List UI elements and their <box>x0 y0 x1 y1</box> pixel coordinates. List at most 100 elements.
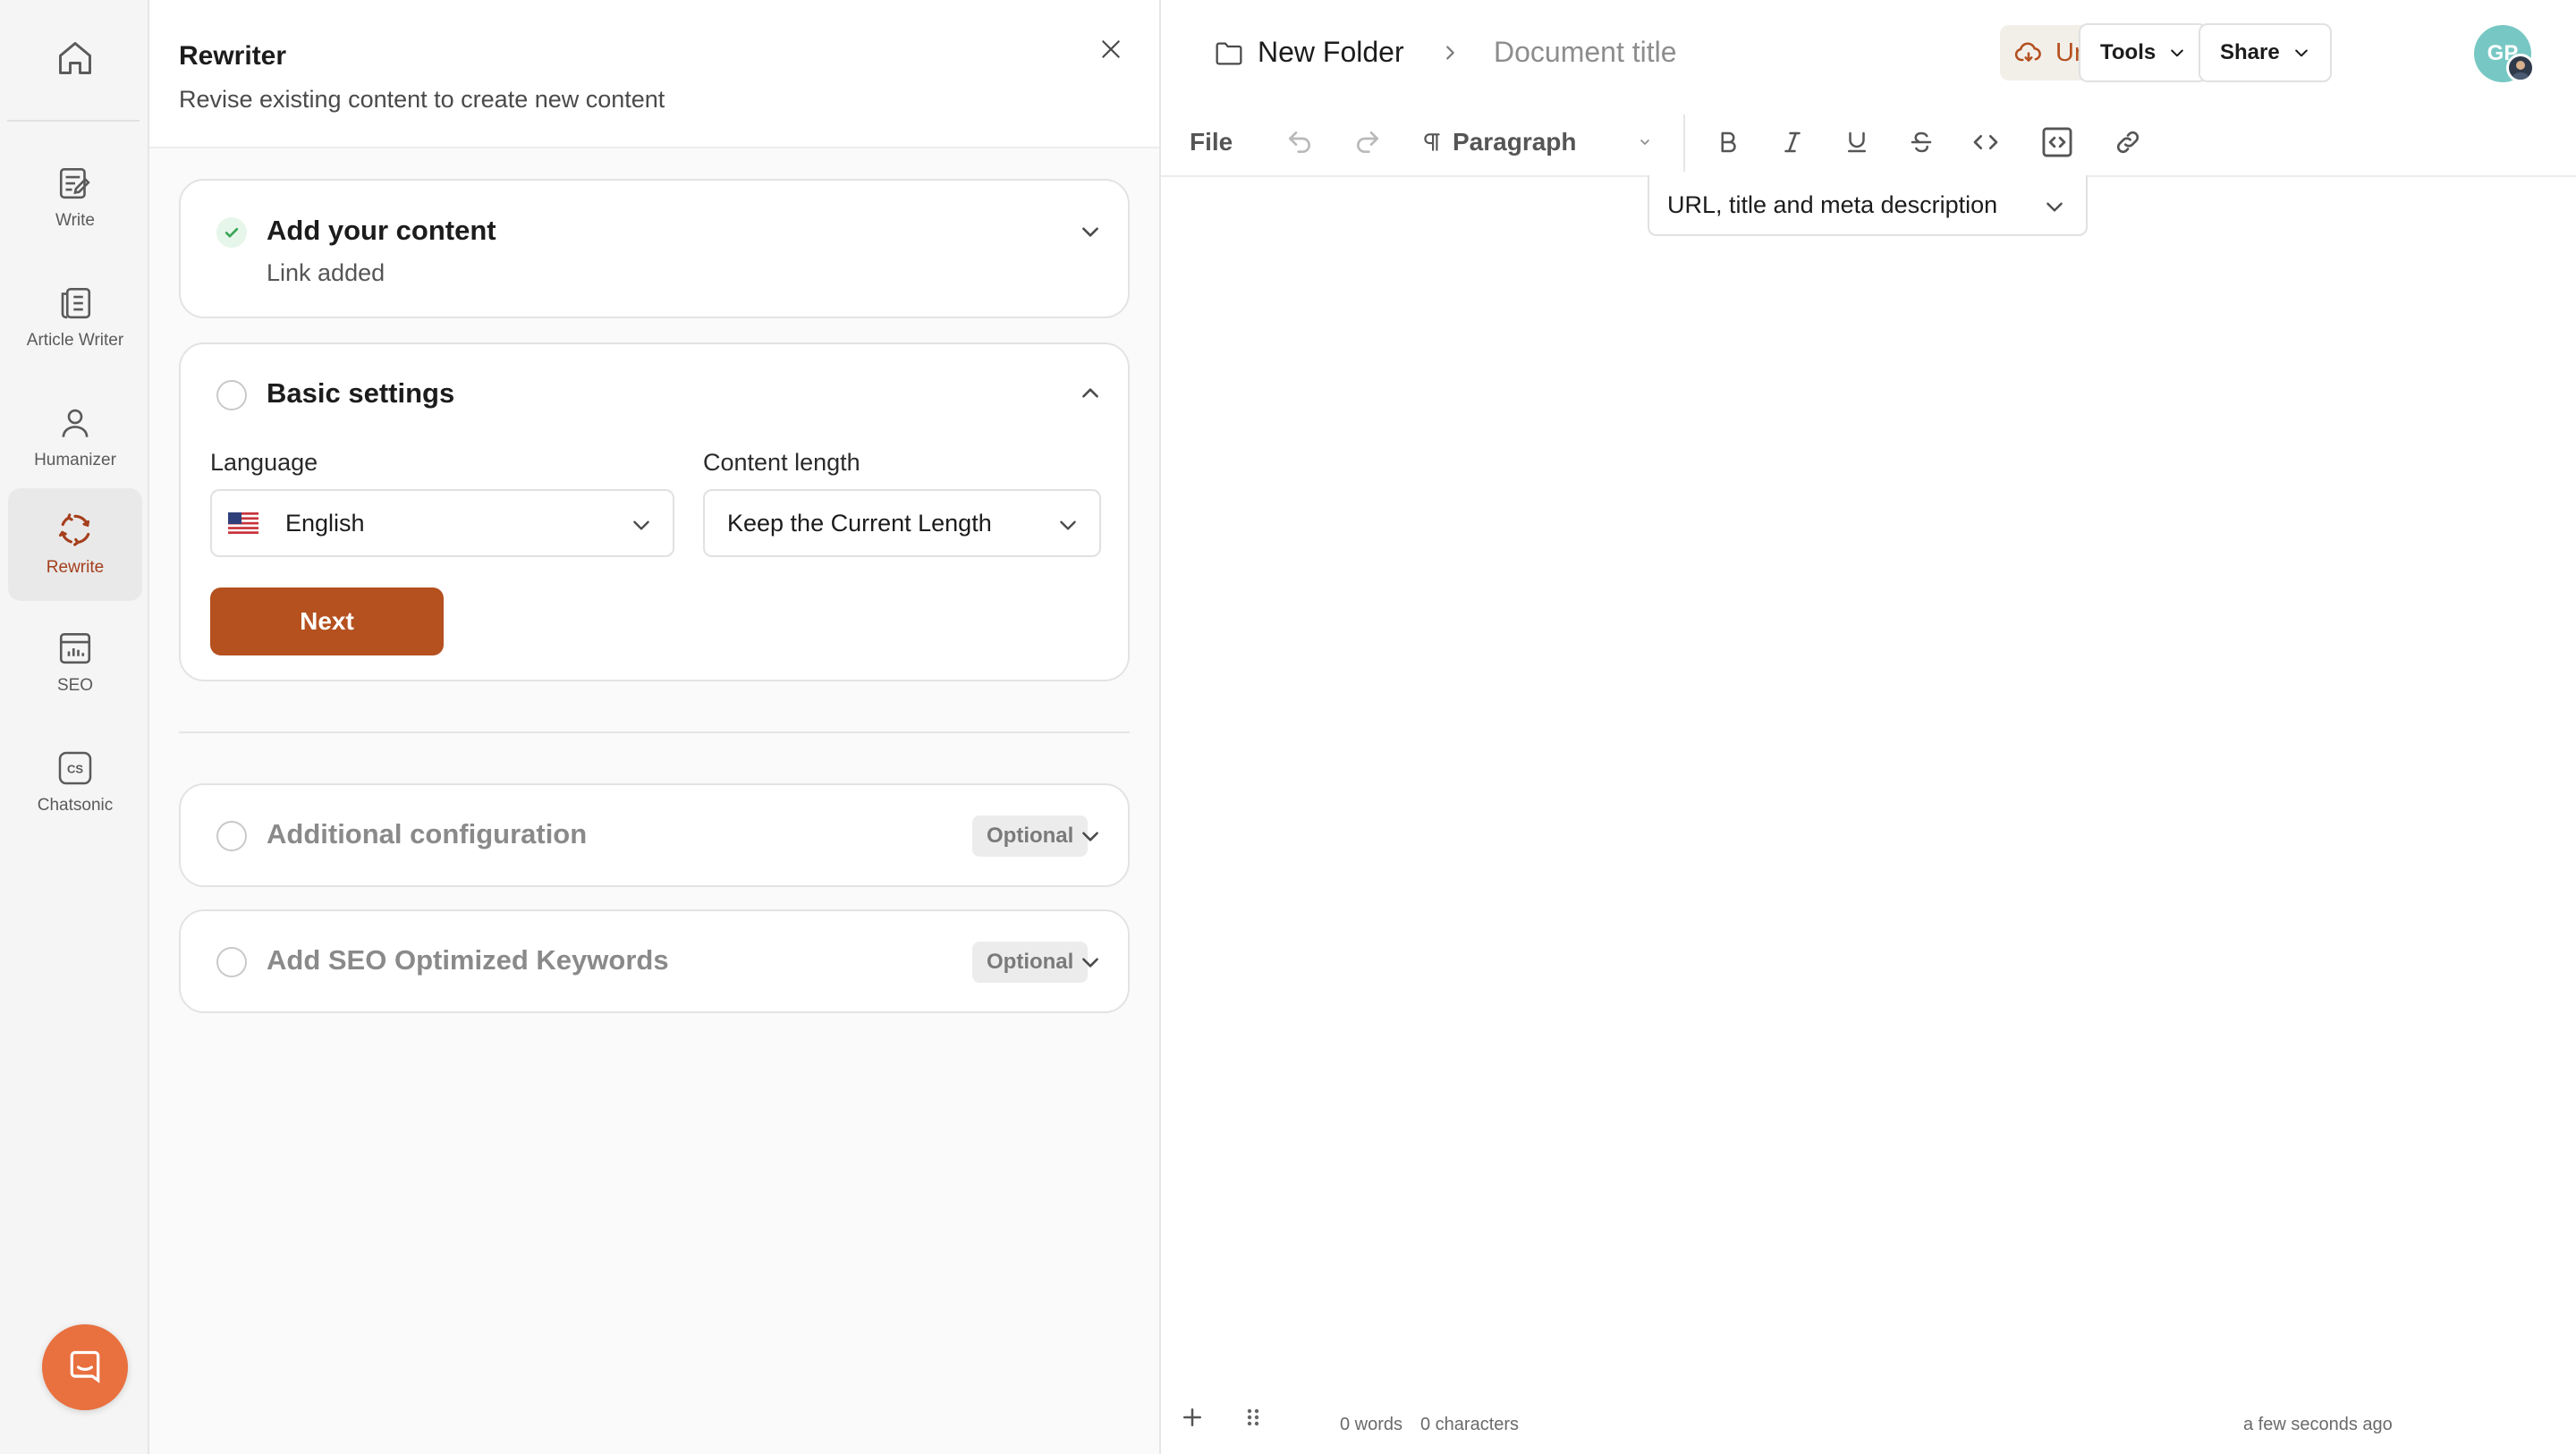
undo-button[interactable] <box>1281 123 1318 161</box>
step-title: Add SEO Optimized Keywords <box>267 944 669 976</box>
file-label: File <box>1190 128 1233 156</box>
step-incomplete-indicator <box>216 380 247 410</box>
next-button[interactable]: Next <box>210 588 444 655</box>
us-flag-icon <box>228 512 258 534</box>
redo-button[interactable] <box>1349 123 1386 161</box>
pilcrow-icon <box>1424 133 1440 151</box>
code-icon <box>1973 135 1998 149</box>
rail-item-humanizer[interactable]: Humanizer <box>8 383 142 495</box>
home-button[interactable] <box>0 27 149 89</box>
add-block-button[interactable] <box>1179 1404 1206 1431</box>
close-panel-button[interactable] <box>1096 34 1126 64</box>
rail-item-chatsonic[interactable]: CS Chatsonic <box>8 728 142 841</box>
collapse-step-button[interactable] <box>1077 380 1104 407</box>
expand-step-button[interactable] <box>1077 218 1104 245</box>
content-length-label: Content length <box>703 449 860 476</box>
chevron-down-icon <box>1082 832 1098 841</box>
step-add-content[interactable]: Add your content Link added <box>179 179 1130 318</box>
document-editor: New Folder Document title Unsaved Tools … <box>1161 0 2576 1454</box>
paragraph-style-select[interactable]: Paragraph <box>1420 123 1652 161</box>
rail-item-rewrite[interactable]: Rewrite <box>8 488 142 601</box>
panel-subtitle: Revise existing content to create new co… <box>179 86 665 113</box>
optional-badge: Optional <box>972 816 1089 857</box>
rewriter-panel: Rewriter Revise existing content to crea… <box>149 0 1161 1454</box>
share-label: Share <box>2220 40 2280 64</box>
step-title: Basic settings <box>267 377 455 409</box>
drag-handle[interactable] <box>1243 1404 1263 1431</box>
panel-divider <box>179 731 1130 733</box>
rail-item-seo[interactable]: SEO <box>8 608 142 721</box>
step-status: Link added <box>267 259 386 286</box>
breadcrumb-folder[interactable]: New Folder <box>1258 36 1404 69</box>
italic-button[interactable] <box>1773 123 1812 161</box>
code-block-icon <box>2042 127 2072 157</box>
chatsonic-icon: CS <box>58 751 92 785</box>
underline-button[interactable] <box>1837 123 1877 161</box>
chevron-down-icon <box>1640 139 1649 145</box>
user-photo-icon <box>2512 61 2529 80</box>
chat-icon <box>70 1350 100 1383</box>
tools-label: Tools <box>2100 40 2157 64</box>
avatar-photo-badge <box>2506 54 2535 82</box>
chevron-down-icon <box>2171 49 2184 57</box>
seo-meta-dropdown[interactable]: URL, title and meta description <box>1648 175 2088 236</box>
chatsonic-badge-text: CS <box>67 763 83 776</box>
tools-button[interactable]: Tools <box>2079 23 2208 82</box>
step-incomplete-indicator <box>216 947 247 977</box>
redo-icon <box>1357 131 1378 153</box>
bold-button[interactable] <box>1708 123 1748 161</box>
rail-item-write[interactable]: Write <box>8 143 142 256</box>
undo-icon <box>1289 131 1310 153</box>
rail-item-article-writer[interactable]: Article Writer <box>8 263 142 376</box>
write-icon <box>59 167 90 199</box>
chevron-down-icon <box>2294 49 2308 57</box>
step-additional-configuration[interactable]: Additional configuration Optional <box>179 783 1130 887</box>
step-complete-indicator <box>216 217 247 248</box>
step-seo-keywords[interactable]: Add SEO Optimized Keywords Optional <box>179 909 1130 1013</box>
inline-code-button[interactable] <box>1966 123 2005 161</box>
close-icon <box>1102 40 1120 58</box>
person-icon <box>62 409 89 437</box>
expand-step-button[interactable] <box>1077 823 1104 850</box>
rail-divider <box>7 120 140 122</box>
panel-title: Rewriter <box>179 41 287 71</box>
file-menu-button[interactable]: File <box>1190 123 1233 161</box>
formatting-toolbar: File Paragraph <box>1161 107 2576 177</box>
underline-icon <box>1848 131 1866 153</box>
chevron-down-icon <box>2046 202 2063 212</box>
language-value: English <box>285 509 365 537</box>
expand-step-button[interactable] <box>1077 949 1104 976</box>
step-incomplete-indicator <box>216 821 247 851</box>
rewrite-icon <box>58 513 90 546</box>
language-select[interactable]: English <box>210 489 674 557</box>
code-block-button[interactable] <box>2036 123 2079 161</box>
checkmark-icon <box>225 227 239 238</box>
chevron-down-icon <box>1082 958 1098 968</box>
editor-topbar: New Folder Document title Unsaved Tools … <box>1161 0 2576 107</box>
support-chat-button[interactable] <box>42 1324 128 1410</box>
chevron-down-icon <box>1082 227 1098 237</box>
optional-badge: Optional <box>972 942 1089 983</box>
strikethrough-icon <box>1911 131 1932 153</box>
rail-item-label: SEO <box>56 676 94 695</box>
rail-item-label: Article Writer <box>26 331 124 350</box>
step-title: Additional configuration <box>267 818 588 850</box>
rail-item-label: Chatsonic <box>37 796 114 815</box>
article-writer-icon <box>61 287 91 319</box>
strikethrough-button[interactable] <box>1902 123 1941 161</box>
seo-meta-label: URL, title and meta description <box>1667 190 1998 218</box>
chevron-down-icon <box>633 520 649 530</box>
panel-header: Rewriter Revise existing content to crea… <box>149 0 1159 148</box>
share-button[interactable]: Share <box>2199 23 2332 82</box>
drag-handle-icon <box>1247 1408 1259 1426</box>
content-length-value: Keep the Current Length <box>727 509 992 537</box>
content-length-select[interactable]: Keep the Current Length <box>703 489 1101 557</box>
paragraph-label: Paragraph <box>1453 128 1577 156</box>
home-icon <box>58 42 91 74</box>
link-button[interactable] <box>2107 123 2148 161</box>
rail-item-label: Write <box>55 211 95 230</box>
document-title[interactable]: Document title <box>1494 36 1677 69</box>
rail-item-label: Humanizer <box>34 451 116 469</box>
word-count: 0 words <box>1340 1415 1403 1434</box>
cloud-icon <box>2014 42 2041 62</box>
